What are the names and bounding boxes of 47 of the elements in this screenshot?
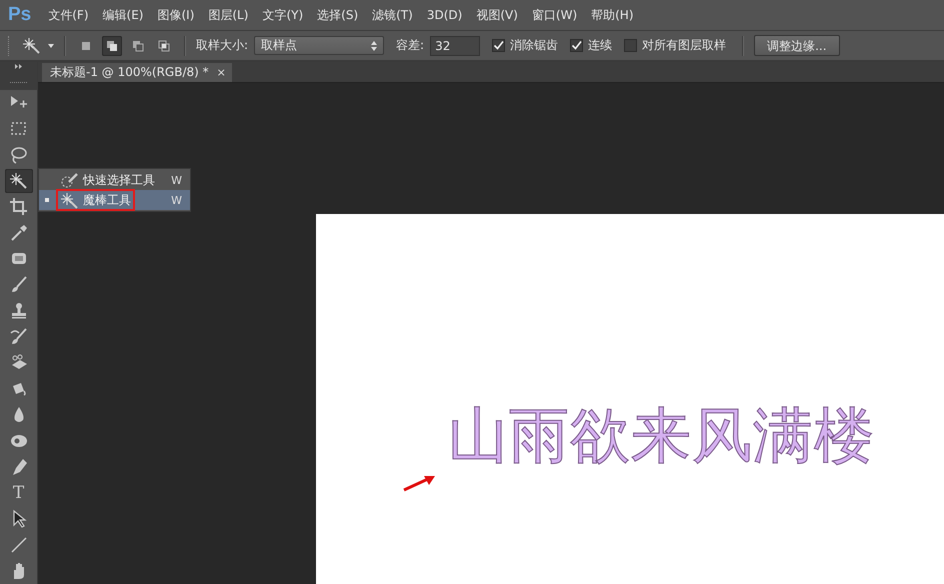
menu-item[interactable]: 滤镜(T) (365, 4, 420, 26)
line-icon (8, 535, 28, 555)
menu-item[interactable]: 文字(Y) (255, 4, 310, 26)
collapse-arrows-icon (14, 64, 22, 69)
eyedropper-icon (8, 223, 28, 243)
tool-button[interactable] (4, 169, 32, 193)
menu-item[interactable]: 选择(S) (310, 4, 366, 26)
history-brush-icon (8, 327, 28, 347)
menu-item[interactable]: 3D(D) (420, 5, 470, 25)
grip-icon (10, 81, 28, 84)
quick-selection-brush-icon (60, 171, 80, 189)
checkbox-label[interactable]: 连续 (588, 37, 612, 54)
sample-size-label: 取样大小: (196, 37, 248, 54)
updown-arrows-icon (371, 40, 378, 50)
tool-menu-item[interactable]: 快速选择工具 W (39, 170, 190, 190)
selected-text: 山雨欲来风满楼 (448, 400, 875, 473)
menu-item[interactable]: 文件(F) (41, 4, 96, 26)
overlapping-squares-icon (158, 40, 170, 52)
square-icon (80, 40, 92, 52)
lasso-icon (8, 145, 28, 165)
tool-menu-item[interactable]: 魔棒工具 W (39, 190, 190, 210)
checkbox[interactable] (624, 39, 638, 52)
checkbox[interactable] (570, 39, 584, 52)
overlapping-squares-icon (106, 40, 118, 52)
menu-item[interactable]: 图像(I) (150, 4, 202, 26)
menu-item[interactable]: 视图(V) (469, 4, 525, 26)
tolerance-field[interactable]: 32 (430, 36, 480, 56)
menu-item[interactable]: 帮助(H) (584, 4, 641, 26)
add-selection-button[interactable] (102, 36, 122, 56)
checkbox-label[interactable]: 对所有图层取样 (642, 37, 726, 54)
caret-icon (48, 44, 54, 48)
checkbox[interactable] (492, 39, 506, 52)
tool-button[interactable]: T (4, 481, 32, 505)
crop-icon (8, 197, 28, 217)
menu-item[interactable]: 编辑(E) (96, 4, 150, 26)
refine-edge-button[interactable]: 调整边缘... (754, 35, 840, 56)
menu-item[interactable]: 窗口(W) (524, 4, 584, 26)
magic-wand-icon (22, 36, 42, 56)
document-tab[interactable]: 未标题-1 @ 100%(RGB/8) * × (42, 63, 232, 82)
sample-size-dropdown[interactable]: 取样点 (254, 36, 384, 55)
magic-wand-icon (60, 191, 80, 209)
close-tab-button[interactable]: × (216, 66, 226, 79)
magic-wand-icon (8, 171, 28, 191)
menu-item[interactable]: 图层(L) (201, 4, 256, 26)
tolerance-label: 容差: (396, 37, 424, 54)
checkbox-label[interactable]: 消除锯齿 (510, 37, 558, 54)
overlapping-squares-icon (132, 40, 144, 52)
